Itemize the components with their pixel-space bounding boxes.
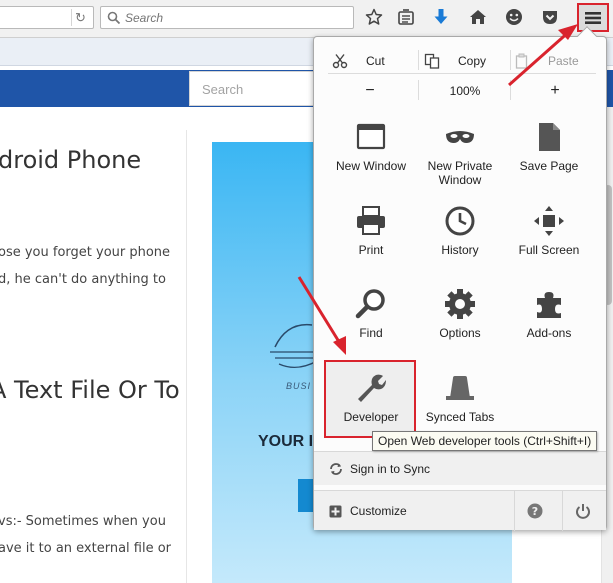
zoom-controls: − 100% +: [328, 77, 596, 104]
clock-icon: [445, 206, 475, 236]
url-bar[interactable]: ↻: [0, 6, 94, 29]
new-window-label: New Window: [335, 159, 407, 173]
ad-headline: YOUR I: [258, 433, 314, 450]
article-title-1[interactable]: droid Phone: [0, 146, 141, 174]
article-title-2[interactable]: A Text File Or To: [0, 376, 180, 404]
synced-tabs-label: Synced Tabs: [425, 410, 495, 424]
print-label: Print: [358, 243, 384, 257]
search-icon: [107, 11, 121, 25]
new-window-button[interactable]: New Window: [326, 121, 416, 201]
hamburger-menu-button[interactable]: [577, 3, 609, 32]
firefox-menu-panel: Cut Copy Paste − 100% + New Window New P…: [313, 26, 607, 531]
find-button[interactable]: Find: [326, 288, 416, 368]
synced-tabs-icon: [446, 376, 474, 400]
download-icon[interactable]: [430, 6, 452, 28]
sign-in-to-sync-button[interactable]: Sign in to Sync: [314, 451, 606, 485]
ad-brand-text: BUSI: [286, 381, 312, 391]
article-text-line: ose you forget your phone: [0, 245, 171, 260]
puzzle-icon: [537, 292, 561, 318]
options-button[interactable]: Options: [415, 288, 505, 368]
zoom-reset-button[interactable]: 100%: [420, 77, 510, 104]
new-private-window-button[interactable]: New Private Window: [415, 121, 505, 201]
cut-label: Cut: [366, 53, 385, 68]
hamburger-menu-icon: [585, 11, 601, 24]
zoom-in-button[interactable]: +: [514, 77, 596, 104]
edit-controls: Cut Copy Paste: [328, 47, 596, 74]
power-icon: [575, 504, 590, 519]
developer-label: Developer: [343, 410, 399, 424]
sign-in-label: Sign in to Sync: [350, 461, 431, 476]
divider: [418, 50, 419, 70]
full-screen-label: Full Screen: [518, 243, 580, 257]
customize-label: Customize: [350, 504, 407, 518]
menu-footer: Customize ?: [314, 490, 606, 531]
save-page-label: Save Page: [519, 159, 579, 173]
browser-toolbar: ↻: [0, 0, 613, 38]
options-label: Options: [439, 326, 481, 340]
reading-list-icon[interactable]: [395, 6, 417, 28]
svg-text:?: ?: [531, 505, 537, 518]
new-private-window-label: New Private Window: [427, 159, 493, 187]
history-button[interactable]: History: [415, 205, 505, 285]
addons-button[interactable]: Add-ons: [504, 288, 594, 368]
gear-icon: [445, 289, 475, 319]
copy-button[interactable]: Copy: [424, 47, 508, 74]
article-text-line: ave it to an external file or: [0, 541, 172, 556]
plus-icon: [329, 505, 342, 517]
copy-icon: [424, 53, 440, 69]
sync-icon: [330, 462, 342, 475]
scissors-icon: [332, 53, 348, 68]
print-button[interactable]: Print: [326, 205, 416, 285]
help-icon: ?: [527, 503, 542, 519]
customize-button[interactable]: Customize: [314, 491, 514, 531]
site-search-input[interactable]: Search: [189, 71, 329, 106]
wrench-icon: [358, 374, 386, 402]
new-window-icon: [356, 123, 386, 150]
search-bar[interactable]: [100, 6, 354, 29]
magnifier-icon: [355, 289, 385, 319]
smiley-icon[interactable]: [503, 6, 525, 28]
save-page-icon: [539, 123, 560, 151]
printer-icon: [357, 206, 385, 235]
search-input[interactable]: [125, 9, 345, 26]
addons-label: Add-ons: [526, 326, 572, 340]
divider: [510, 50, 511, 70]
paste-icon: [515, 53, 528, 69]
zoom-out-button[interactable]: −: [328, 77, 412, 104]
copy-label: Copy: [458, 53, 487, 68]
home-icon[interactable]: [467, 6, 489, 28]
cut-button[interactable]: Cut: [332, 47, 416, 74]
save-page-button[interactable]: Save Page: [504, 121, 594, 201]
pocket-icon[interactable]: [539, 6, 561, 28]
divider: [510, 80, 511, 100]
mask-icon: [446, 131, 474, 143]
browser-window: ↻ Search droid Phone os: [0, 0, 613, 583]
history-label: History: [441, 243, 479, 257]
paste-button[interactable]: Paste: [514, 47, 596, 74]
paste-label: Paste: [548, 53, 579, 68]
help-button[interactable]: ?: [514, 491, 554, 531]
full-screen-icon: [534, 206, 564, 236]
quit-button[interactable]: [562, 491, 602, 531]
developer-tooltip: Open Web developer tools (Ctrl+Shift+I): [372, 431, 598, 451]
divider: [418, 80, 419, 100]
article-text-line: d, he can't do anything to: [0, 272, 166, 287]
reload-icon[interactable]: ↻: [71, 9, 89, 26]
article-text-line: vs:- Sometimes when you: [0, 514, 166, 529]
article-column: droid Phone ose you forget your phone d,…: [0, 130, 187, 583]
star-icon[interactable]: [363, 6, 385, 28]
find-label: Find: [359, 326, 383, 340]
full-screen-button[interactable]: Full Screen: [504, 205, 594, 285]
